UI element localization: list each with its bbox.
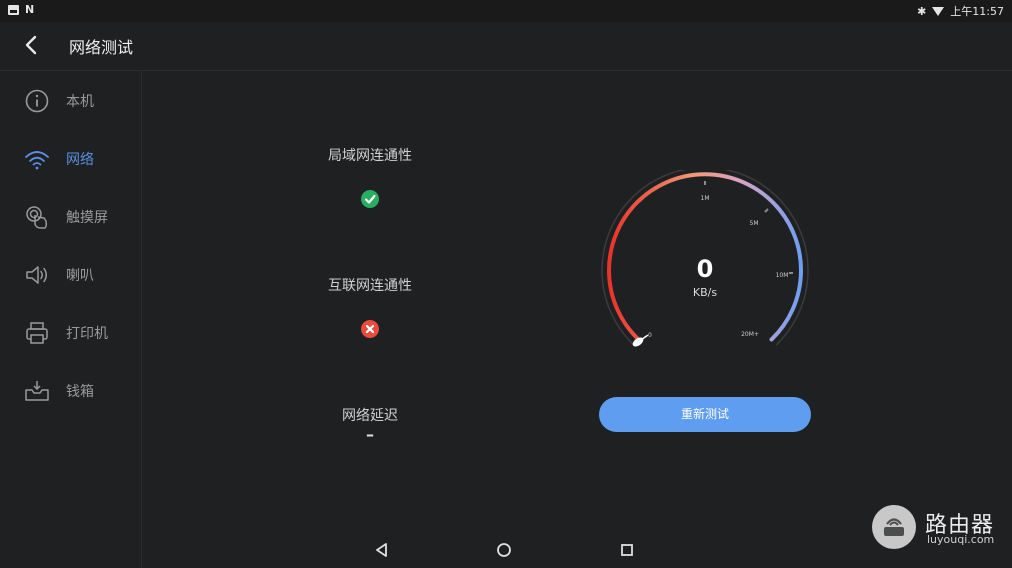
latency-value: –: [366, 425, 374, 444]
watermark-subtitle: luyouqi.com: [927, 533, 995, 546]
header: 网络测试: [0, 22, 1012, 71]
speaker-icon: [26, 266, 47, 284]
bluetooth-icon: ✱: [917, 4, 927, 18]
latency-label: 网络延迟: [342, 408, 398, 424]
gauge-tick-label: 0: [648, 332, 652, 339]
sidebar-item-label: 打印机: [66, 326, 108, 342]
sidebar-item-speaker[interactable]: 喇叭: [0, 245, 141, 303]
back-button[interactable]: [20, 32, 44, 58]
sidebar-item-label: 本机: [66, 94, 94, 110]
cross-icon: [365, 324, 375, 334]
touch-icon: [26, 206, 48, 229]
gauge-tick-label: 5M: [750, 220, 759, 227]
sidebar-item-printer[interactable]: 打印机: [0, 303, 141, 361]
sidebar: 本机 网络 触摸屏 喇叭 打印机 钱箱: [0, 71, 142, 568]
retest-button[interactable]: 重新测试: [599, 397, 811, 432]
speed-value: 0: [696, 255, 714, 283]
status-left: N: [8, 3, 34, 16]
printer-icon: [26, 322, 48, 344]
sidebar-item-label: 触摸屏: [66, 210, 108, 226]
check-icon: [364, 194, 376, 204]
nav-home-button[interactable]: [494, 540, 514, 560]
sidebar-item-device[interactable]: 本机: [0, 71, 141, 129]
page-title: 网络测试: [69, 38, 134, 57]
image-notification-icon: [8, 4, 19, 15]
nav-back-button[interactable]: [372, 540, 392, 560]
sidebar-item-network[interactable]: 网络: [0, 129, 141, 187]
lan-status-icon: [361, 190, 379, 208]
watermark-logo: [872, 505, 916, 549]
speed-unit: KB/s: [692, 286, 718, 299]
wifi-signal-icon: [932, 6, 945, 16]
chevron-left-icon: [25, 35, 37, 55]
n-notification-icon: N: [25, 3, 35, 16]
internet-status-icon: [361, 320, 379, 338]
status-right: ✱ 上午11:57: [917, 3, 1004, 19]
internet-connectivity-label: 互联网连通性: [328, 278, 412, 294]
sidebar-item-label: 网络: [66, 152, 94, 168]
gauge-tick-label: 20M+: [741, 331, 759, 338]
status-bar: N ✱ 上午11:57: [0, 0, 1012, 22]
gauge-tick-5m: [764, 208, 769, 213]
wifi-icon: [25, 151, 49, 170]
sidebar-item-cash-drawer[interactable]: 钱箱: [0, 361, 141, 419]
sidebar-item-label: 钱箱: [66, 384, 94, 400]
info-icon: [25, 89, 49, 113]
status-time: 上午11:57: [950, 5, 1004, 18]
nav-recents-button[interactable]: [617, 540, 637, 560]
sidebar-item-label: 喇叭: [66, 268, 94, 284]
router-logo-icon: [884, 518, 904, 536]
sidebar-item-touchscreen[interactable]: 触摸屏: [0, 187, 141, 245]
gauge-tick-label: 1M: [701, 195, 710, 202]
cash-drawer-icon: [25, 381, 49, 401]
lan-connectivity-label: 局域网连通性: [328, 148, 412, 164]
